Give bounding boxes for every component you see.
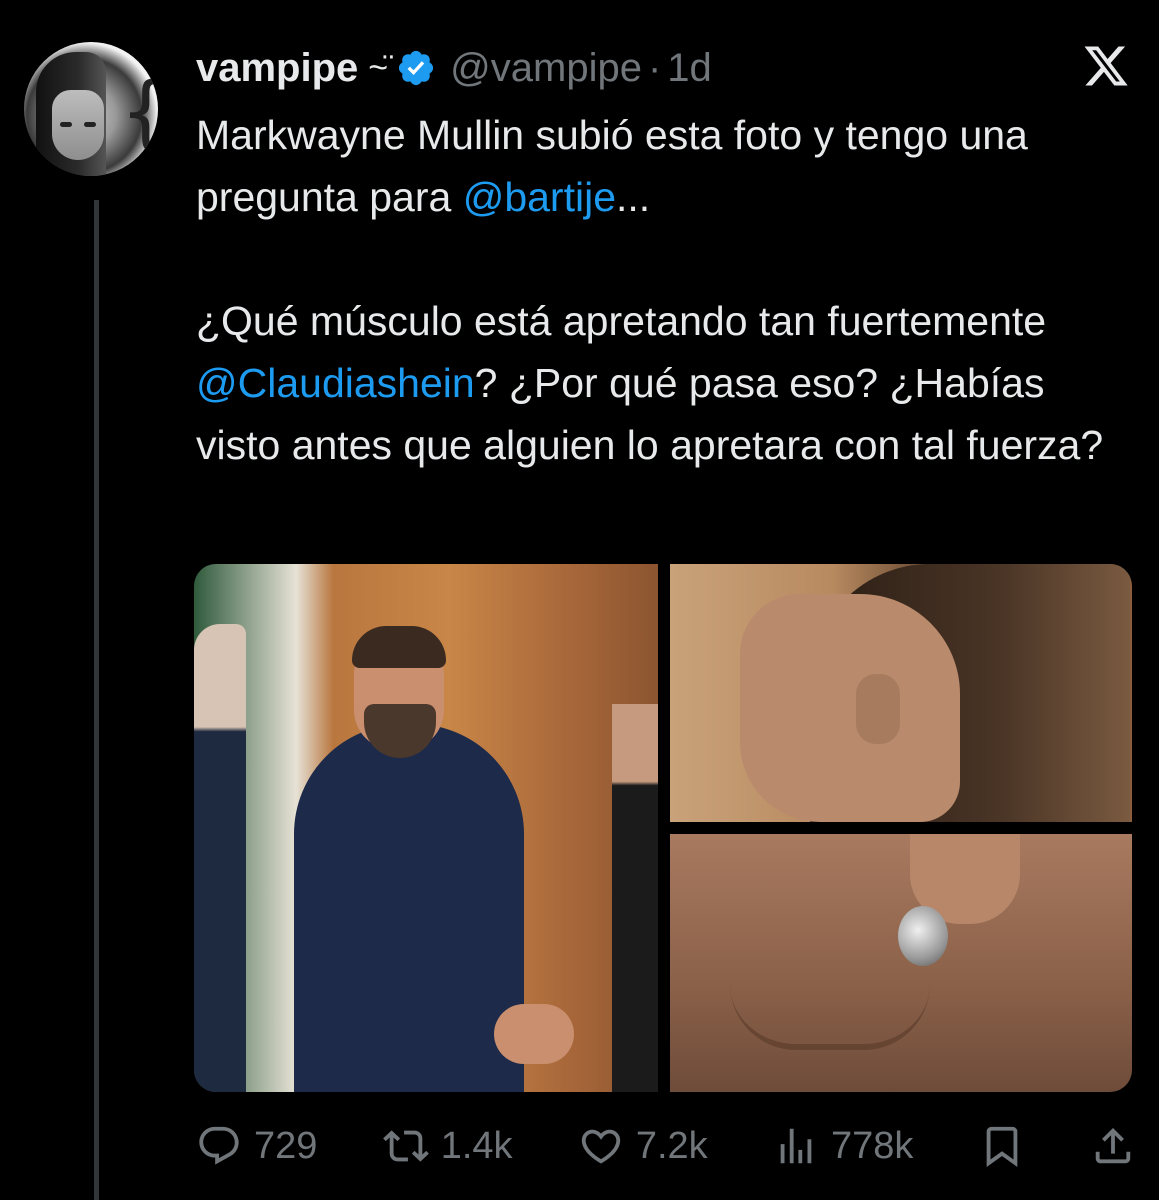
reply-count: 729 [254,1124,318,1167]
handle[interactable]: @vampipe [450,46,642,91]
like-button[interactable]: 7.2k [578,1123,708,1169]
views-count: 778k [830,1124,914,1167]
share-button[interactable] [1090,1123,1136,1169]
tweet-paragraph-1: Markwayne Mullin subió esta foto y tengo… [196,112,1028,220]
thread-line [94,200,99,1200]
reply-icon [199,1126,239,1165]
tweet-header: vampipe ~̈ @vampipe · 1d [196,44,712,92]
media-grid [194,564,1132,1092]
timestamp[interactable]: 1d [667,46,712,91]
media-photo-closeup[interactable] [670,834,1132,1092]
share-icon [1095,1127,1131,1164]
verified-badge-icon[interactable] [396,48,436,88]
avatar-brace: { [120,72,158,152]
repost-button[interactable]: 1.4k [382,1123,513,1169]
mention-bartije[interactable]: @bartije [463,174,616,220]
tweet-paragraph-2: ¿Qué músculo está apretando tan fuerteme… [196,298,1104,468]
media-photo-handshake[interactable] [194,564,658,1092]
mention-claudiashein[interactable]: @Claudiashein [196,360,475,406]
action-bar: 729 1.4k 7.2k 778k [196,1118,1136,1174]
avatar[interactable]: { [24,42,158,176]
bookmark-icon [986,1126,1017,1167]
bookmark-button[interactable] [979,1123,1025,1169]
like-icon [581,1129,620,1164]
name-decoration: ~̈ [368,48,389,87]
separator-dot: · [647,45,662,90]
x-logo-icon[interactable] [1082,42,1130,90]
tweet-text: Markwayne Mullin subió esta foto y tengo… [196,104,1136,476]
views-button[interactable]: 778k [773,1123,913,1169]
repost-icon [382,1130,429,1162]
reply-button[interactable]: 729 [196,1123,317,1169]
repost-count: 1.4k [440,1124,513,1167]
like-count: 7.2k [635,1124,708,1167]
views-icon [780,1128,812,1164]
display-name[interactable]: vampipe [196,46,358,91]
media-photo-profile[interactable] [670,564,1132,822]
